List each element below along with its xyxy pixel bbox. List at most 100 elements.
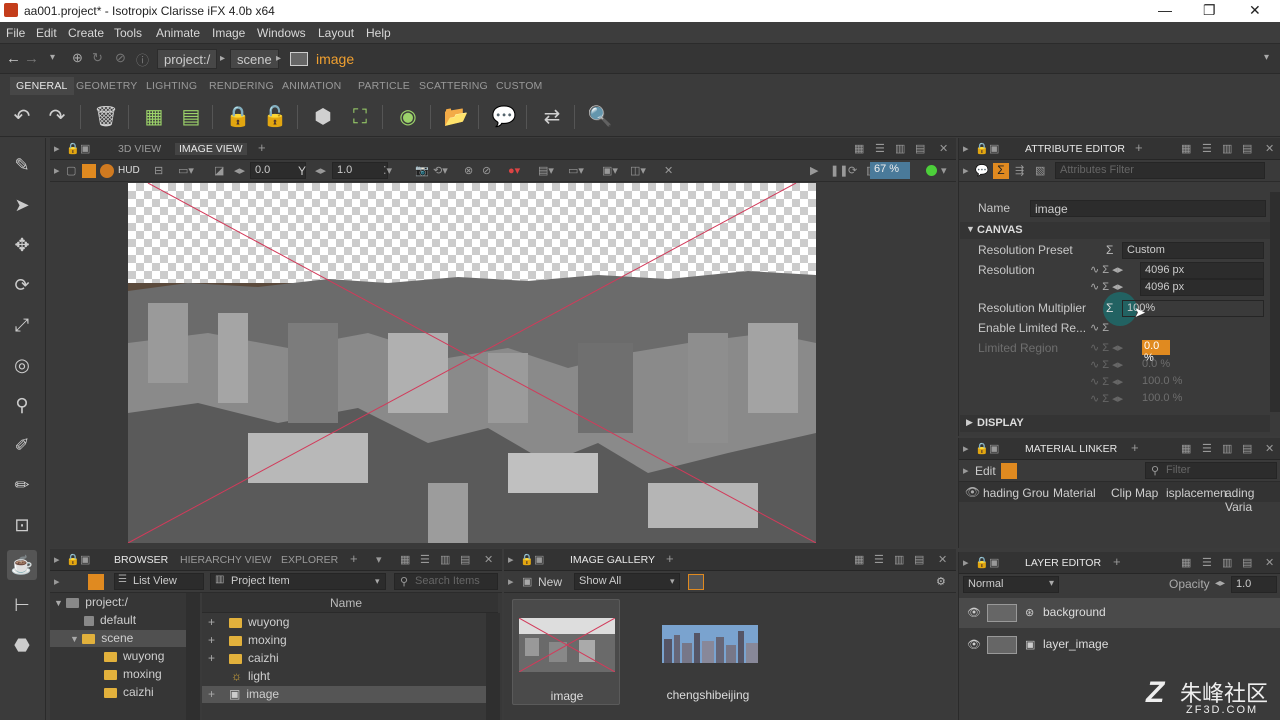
clear-icon[interactable]: ⊘	[482, 164, 491, 177]
breadcrumb-project[interactable]: project:/	[157, 49, 218, 69]
tab-lighting[interactable]: LIGHTING	[146, 80, 197, 92]
layout-cols-icon[interactable]: ▥	[895, 142, 905, 155]
layout-cols-icon[interactable]: ▥	[1222, 142, 1232, 155]
link-icon[interactable]: ⇄	[538, 103, 566, 131]
comment-icon[interactable]: 💬	[975, 164, 989, 177]
color-channels-icon[interactable]: ●▾	[508, 164, 520, 177]
layout-max-icon[interactable]: ▤	[1242, 556, 1252, 569]
tab-rendering[interactable]: RENDERING	[209, 80, 274, 92]
close-panel-icon[interactable]: ✕	[484, 553, 493, 566]
compare-icon[interactable]: ⊗	[464, 164, 473, 177]
visibility-eye-icon[interactable]: 👁	[965, 485, 980, 499]
column-shading-group[interactable]: hading Grou	[983, 486, 1049, 500]
show-all-select[interactable]: Show All	[574, 573, 680, 590]
minimize-button[interactable]: —	[1158, 2, 1172, 18]
back-icon[interactable]: ←	[6, 50, 21, 67]
list-item-light[interactable]: ☼ light	[231, 669, 270, 683]
edit-button[interactable]: Edit	[975, 464, 996, 478]
layout-cols-icon[interactable]: ▥	[1222, 442, 1232, 455]
layout-rows-icon[interactable]: ☰	[1202, 142, 1212, 155]
tree-scrollbar[interactable]	[186, 593, 200, 720]
panel-pin-icon[interactable]: ▣	[989, 442, 999, 455]
panel-pin-icon[interactable]: ▣	[80, 142, 90, 155]
tab-geometry[interactable]: GEOMETRY	[76, 80, 138, 92]
hud-toggle[interactable]: HUD	[118, 165, 140, 176]
layout-rows-icon[interactable]: ☰	[420, 553, 430, 566]
pause-icon[interactable]: ❚❚	[830, 164, 848, 177]
attributes-filter-input[interactable]: Attributes Filter	[1055, 162, 1265, 179]
move-icon[interactable]: ✥	[7, 230, 37, 260]
layout-rows-icon[interactable]: ☰	[875, 142, 885, 155]
menu-edit[interactable]: Edit	[36, 26, 57, 40]
picker-icon[interactable]: ✎	[7, 150, 37, 180]
tab-custom[interactable]: CUSTOM	[496, 80, 543, 92]
address-dropdown-icon[interactable]: ▾	[1264, 52, 1269, 63]
attribute-scrollbar[interactable]	[1270, 192, 1280, 412]
status-dropdown-icon[interactable]: ▾	[941, 164, 947, 177]
add-tab-icon[interactable]: +	[350, 551, 358, 566]
layout-cols-icon[interactable]: ▥	[440, 553, 450, 566]
tree-item-caizhi[interactable]: caizhi	[104, 685, 154, 699]
close-panel-icon[interactable]: ✕	[1265, 142, 1274, 155]
tab-explorer[interactable]: EXPLORER	[281, 554, 338, 566]
animate-curve-icon[interactable]: ∿ Σ	[1090, 321, 1109, 334]
scale-icon[interactable]: ⤢	[7, 310, 37, 340]
delete-icon[interactable]: 🗑	[92, 103, 120, 131]
history-icon[interactable]: ⟲▾	[433, 164, 448, 177]
column-name[interactable]: Name	[330, 596, 362, 610]
view-lock-icon[interactable]: ▸	[54, 164, 60, 177]
tree-item-project[interactable]: ▼ project:/	[54, 595, 128, 609]
close-panel-icon[interactable]: ✕	[939, 142, 948, 155]
menu-animate[interactable]: Animate	[156, 26, 200, 40]
search-items-input[interactable]: Search Items	[394, 573, 498, 590]
resolution-preset-select[interactable]: Custom	[1122, 242, 1264, 259]
expand-icon[interactable]: ⇶	[1015, 164, 1024, 177]
layout-max-icon[interactable]: ▤	[914, 553, 924, 566]
refresh-icon[interactable]: ⟳	[848, 164, 857, 177]
menu-file[interactable]: File	[6, 26, 25, 40]
teapot-icon[interactable]: ☕	[7, 550, 37, 580]
close-panel-icon[interactable]: ✕	[1265, 442, 1274, 455]
menu-tools[interactable]: Tools	[114, 26, 142, 40]
layout-cols-icon[interactable]: ▥	[894, 553, 904, 566]
view-lock-icon[interactable]: ▸	[963, 164, 969, 177]
layout-rows-icon[interactable]: ☰	[1202, 442, 1212, 455]
panel-lock-icon[interactable]: 🔒	[975, 142, 989, 155]
forward-icon[interactable]: →	[24, 50, 39, 67]
display-section-header[interactable]: ▶ DISPLAY	[960, 415, 1270, 432]
panel-lock-icon[interactable]: 🔒	[66, 142, 80, 155]
resolution-width-field[interactable]: 4096 px	[1140, 262, 1264, 279]
panel-options-icon[interactable]: ▸	[54, 553, 60, 566]
panel-lock-icon[interactable]: 🔒	[975, 442, 989, 455]
new-button[interactable]: New	[538, 575, 562, 589]
tab-layer-editor[interactable]: LAYER EDITOR	[1025, 557, 1101, 569]
panel-lock-icon[interactable]: 🔒	[975, 556, 989, 569]
view-settings-icon[interactable]: ▢	[66, 164, 76, 177]
panel-options-icon[interactable]: ▸	[963, 556, 969, 569]
tools-icon[interactable]: ✕	[664, 164, 673, 177]
filter-input[interactable]: Filter	[1145, 462, 1277, 479]
menu-windows[interactable]: Windows	[257, 26, 306, 40]
tree-item-default[interactable]: default	[84, 613, 136, 627]
list-item[interactable]: + moxing	[208, 633, 287, 647]
resolution-height-field[interactable]: 4096 px	[1140, 279, 1264, 296]
new-item-icon[interactable]	[88, 574, 104, 590]
blend-mode-select[interactable]: Normal	[963, 576, 1059, 593]
close-panel-icon[interactable]: ✕	[938, 553, 947, 566]
column-displacement[interactable]: isplacemen	[1166, 486, 1227, 500]
layers-icon[interactable]: ▤▾	[538, 164, 554, 177]
layout-max-icon[interactable]: ▤	[460, 553, 470, 566]
add-tab-icon[interactable]: +	[1113, 554, 1121, 569]
gamma-slider-icon[interactable]: ◂▸	[315, 164, 326, 177]
layout-grid-icon[interactable]: ▦	[854, 142, 864, 155]
sigma-icon[interactable]: Σ	[1106, 243, 1113, 257]
frame-toggle-icon[interactable]: ▣▾	[602, 164, 618, 177]
list-item[interactable]: + caizhi	[208, 651, 279, 665]
add-tab-icon[interactable]: +	[1135, 140, 1143, 155]
brush-icon[interactable]: ✏	[7, 470, 37, 500]
tab-image-view[interactable]: IMAGE VIEW	[175, 143, 247, 155]
camera-icon[interactable]: ▧	[1035, 164, 1045, 177]
breadcrumb-image[interactable]: image	[316, 51, 354, 67]
universal-icon[interactable]: ◎	[7, 350, 37, 380]
tab-attribute-editor[interactable]: ATTRIBUTE EDITOR	[1025, 143, 1125, 155]
